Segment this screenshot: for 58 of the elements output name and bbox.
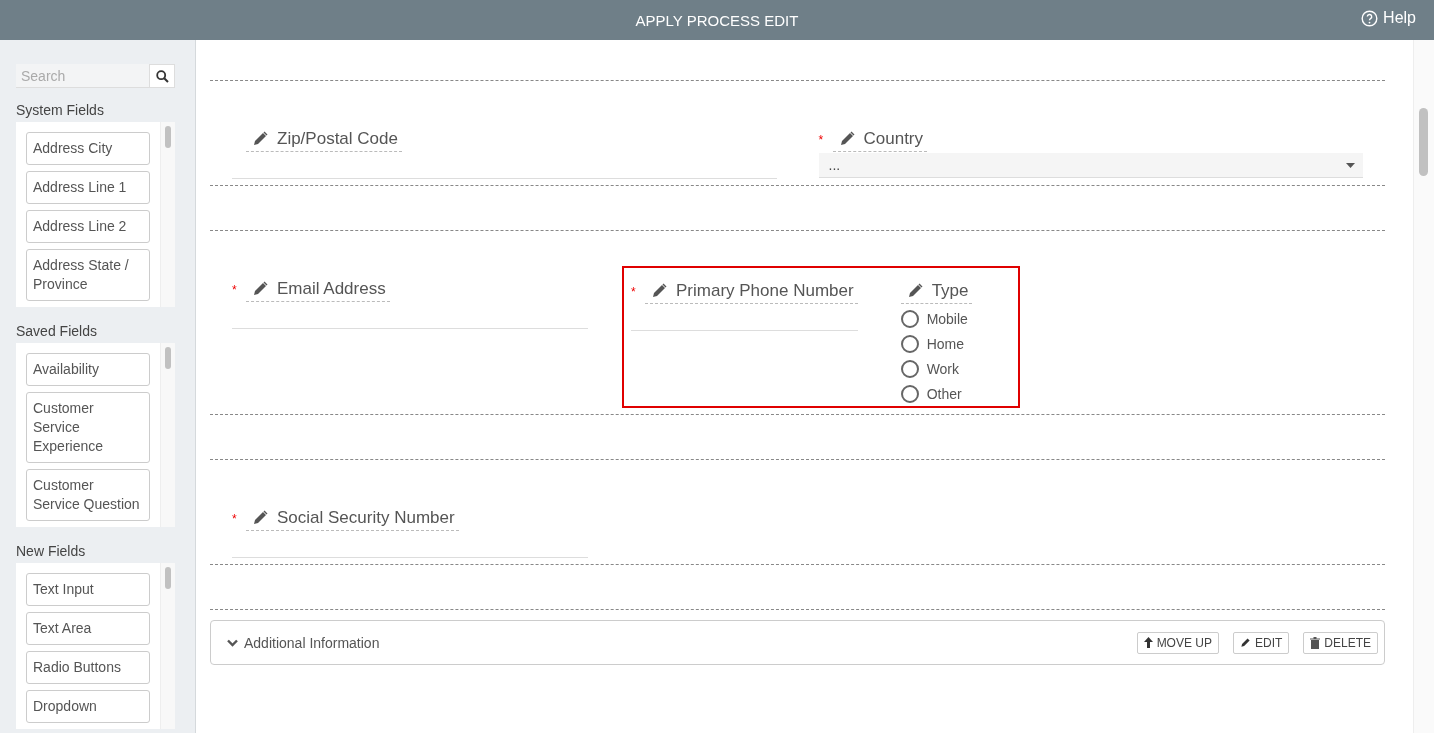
radio-button[interactable] [900, 360, 919, 378]
field-item[interactable]: Address State / Province [26, 249, 150, 301]
field-item[interactable]: Customer Service Experience [26, 392, 150, 463]
field-item[interactable]: Text Input [26, 573, 150, 606]
pencil-icon [838, 131, 855, 147]
radio-button[interactable] [900, 385, 919, 403]
pencil-icon [252, 281, 268, 297]
required-mark: * [232, 282, 238, 297]
required-mark: * [818, 132, 825, 147]
field-label[interactable]: Primary Phone Number [645, 279, 858, 304]
pencil-icon [651, 283, 667, 299]
help-link[interactable]: Help [1361, 9, 1416, 27]
field-item[interactable]: Dropdown [26, 690, 150, 723]
page-title: APPLY PROCESS EDIT [635, 11, 799, 29]
pencil-icon [252, 131, 268, 147]
arrow-up-icon [1143, 637, 1153, 648]
radio-button[interactable] [900, 335, 919, 353]
trash-icon [1310, 636, 1321, 649]
field-item[interactable]: Text Area [26, 612, 150, 645]
scrollbar-thumb[interactable] [165, 347, 171, 369]
search-button[interactable] [149, 64, 175, 88]
field-item[interactable]: Address Line 1 [26, 171, 150, 204]
section-button[interactable]: MOVE UP [1136, 631, 1219, 654]
radio-label: Mobile [926, 311, 968, 327]
field-group[interactable]: * Primary Phone Number Type Mobile Home Work Other [622, 266, 1020, 408]
radio-label: Work [926, 361, 960, 377]
scrollbar-thumb[interactable] [1419, 108, 1428, 176]
radio-button[interactable] [900, 310, 919, 328]
caret-icon [1346, 162, 1355, 168]
section-button[interactable]: EDIT [1232, 631, 1290, 654]
search-field[interactable]: Search [16, 64, 149, 88]
field-item[interactable]: Availability [26, 353, 150, 386]
scrollbar-thumb[interactable] [165, 126, 171, 148]
section-title: New Fields [16, 543, 87, 559]
scrollbar-thumb[interactable] [165, 567, 171, 589]
pencil-icon [252, 510, 268, 526]
field-label[interactable]: Zip/Postal Code [246, 127, 402, 152]
radio-label: Other [926, 386, 962, 402]
field-label[interactable]: Social Security Number [246, 506, 459, 531]
pencil-icon [1239, 637, 1251, 648]
field-label[interactable]: Email Address [246, 277, 390, 302]
field-item[interactable]: Address Line 2 [26, 210, 150, 243]
section-button[interactable]: DELETE [1303, 631, 1378, 654]
required-mark: * [232, 511, 238, 526]
section-title: Saved Fields [16, 323, 98, 339]
section-title: System Fields [16, 102, 105, 118]
field-label[interactable]: Country [832, 127, 928, 152]
radio-label: Home [926, 336, 964, 352]
search-icon [155, 69, 169, 83]
help-icon [1361, 9, 1379, 27]
field-item[interactable]: Address City [26, 132, 150, 165]
dropdown-field[interactable]: ... [818, 153, 1363, 178]
section-title[interactable]: Additional Information [244, 634, 380, 651]
pencil-icon [906, 283, 923, 299]
field-label[interactable]: Type [900, 279, 973, 304]
field-item[interactable]: Customer Service Question [26, 469, 150, 521]
required-mark: * [631, 284, 637, 299]
field-item[interactable]: Radio Buttons [26, 651, 150, 684]
